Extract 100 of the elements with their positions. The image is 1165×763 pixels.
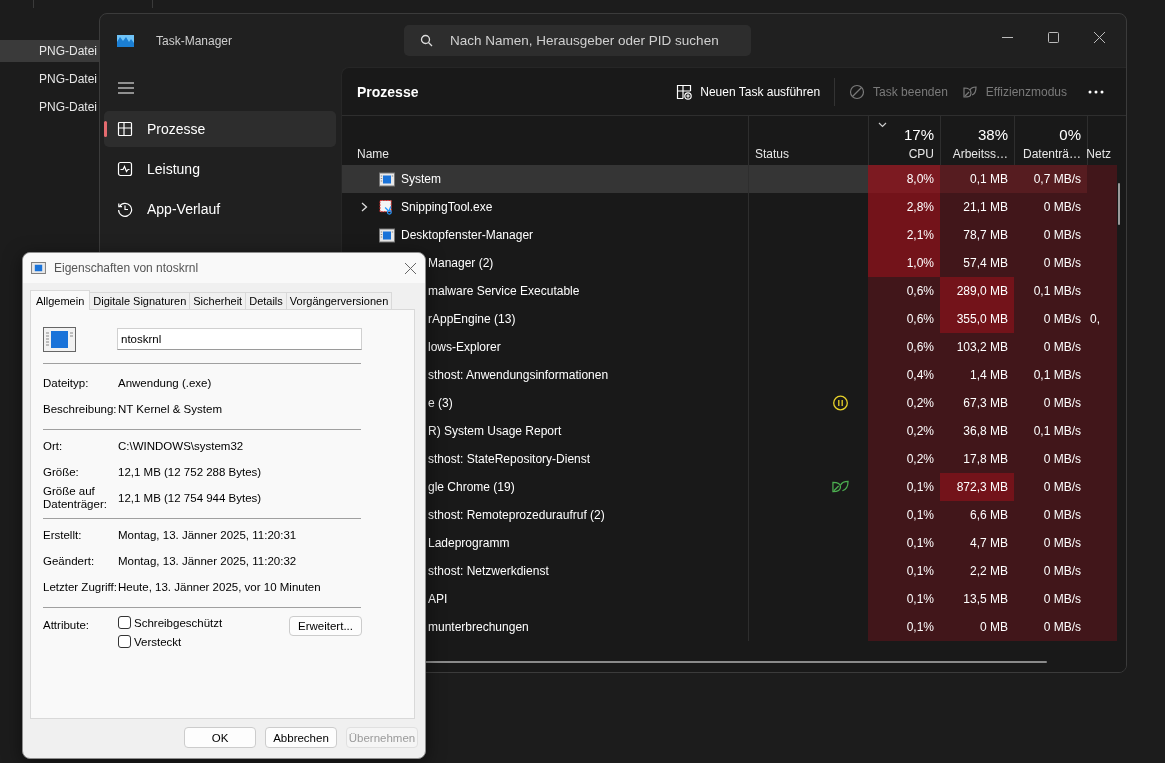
disk-cell: 0 MB/s [1014,389,1087,417]
memory-cell: 0,1 MB [940,165,1014,193]
process-name: System [401,172,441,186]
dialog-button[interactable]: OK [184,727,256,748]
tab[interactable]: Digitale Signaturen [89,292,191,309]
status-cell[interactable] [748,165,868,193]
new-task-icon [676,83,693,100]
memory-cell: 1,4 MB [940,361,1014,389]
pause-icon [832,395,849,411]
field-value: 12,1 MB (12 754 944 Bytes) [118,491,263,505]
toolbar-button[interactable]: Neuen Task ausführen [669,75,828,108]
field-label: Beschreibung: [43,402,117,416]
memory-cell: 36,8 MB [940,417,1014,445]
field-value: Montag, 13. Jänner 2025, 11:20:31 [118,528,298,542]
sidebar-item[interactable]: Leistung [104,151,336,187]
more-icon [1088,89,1104,94]
process-name: SnippingTool.exe [401,200,493,214]
scissors-icon [379,199,395,215]
process-name: Desktopfenster-Manager [401,228,534,242]
network-cell: 0, [1087,305,1117,333]
cpu-cell: 0,2% [868,417,940,445]
window-icon [31,262,46,274]
pulse-icon [117,161,133,177]
checkbox[interactable] [118,635,131,648]
process-name: Ladeprogramm [428,536,510,550]
file-row[interactable]: PNG-Datei [0,68,99,90]
disk-cell: 0 MB/s [1014,221,1087,249]
disk-cell: 0,1 MB/s [1014,361,1087,389]
file-name-field[interactable]: ntoskrnl [117,328,362,350]
field-value: NT Kernel & System [118,402,223,416]
dialog-title: Eigenschaften von ntoskrnl [54,261,199,275]
sidebar-item[interactable]: Prozesse [104,111,336,147]
advanced-button[interactable]: Erweitert... [289,616,362,636]
cpu-cell: 0,6% [868,333,940,361]
disk-cell: 0 MB/s [1014,333,1087,361]
field-label: Ort: [43,439,64,453]
memory-cell: 4,7 MB [940,529,1014,557]
disk-cell: 0 MB/s [1014,501,1087,529]
column-header[interactable]: Status [755,147,790,161]
disk-cell: 0,7 MB/s [1014,165,1087,193]
sidebar-item[interactable]: App-Verlauf [104,191,336,227]
cpu-cell: 0,2% [868,445,940,473]
memory-cell: 6,6 MB [940,501,1014,529]
process-name: gle Chrome (19) [428,480,515,494]
field-value: 12,1 MB (12 752 288 Bytes) [118,465,263,479]
field-label: Dateityp: [43,376,90,390]
process-name: Manager (2) [428,256,494,270]
dialog-button[interactable]: Abbrechen [265,727,337,748]
tab[interactable]: Vorgängerversionen [285,292,393,309]
disk-cell: 0 MB/s [1014,249,1087,277]
process-name: sthost: Netzwerkdienst [428,564,549,578]
cpu-cell: 0,6% [868,277,940,305]
disk-cell: 0 MB/s [1014,305,1087,333]
column-header[interactable]: Name [357,147,389,161]
disk-cell: 0 MB/s [1014,529,1087,557]
chevron-icon[interactable] [361,202,368,212]
memory-cell: 17,8 MB [940,445,1014,473]
page-title: Prozesse [357,83,419,100]
cpu-cell: 0,1% [868,613,940,641]
column-total: 38% [977,126,1008,143]
process-name: API [428,592,448,606]
cpu-cell: 0,4% [868,361,940,389]
field-label: Erstellt: [43,528,83,542]
column-header[interactable]: CPU [908,147,934,161]
field-value: Heute, 13. Jänner 2025, vor 10 Minuten [118,580,322,594]
cpu-cell: 0,6% [868,305,940,333]
checkbox-label: Versteckt [134,635,182,648]
window-icon [379,171,395,187]
column-header[interactable]: Datenträ… [1022,147,1081,161]
file-type: PNG-Datei [38,44,97,58]
field-label: Größe auf Datenträger: [43,485,108,511]
file-row[interactable]: PNG-Datei [0,40,99,62]
memory-cell: 355,0 MB [940,305,1014,333]
file-row[interactable]: PNG-Datei [0,96,99,118]
memory-cell: 872,3 MB [940,473,1014,501]
field-label: Letzter Zugriff: [43,580,117,594]
scrollbar[interactable] [1118,183,1120,225]
process-name: munterbrechungen [428,620,529,634]
file-type: PNG-Datei [38,72,97,86]
process-name: sthost: Remoteprozeduraufruf (2) [428,508,605,522]
column-total: 0% [1059,126,1081,143]
disk-cell: 0 MB/s [1014,557,1087,585]
disk-cell: 0 MB/s [1014,445,1087,473]
column-header[interactable]: Arbeitss… [952,147,1008,161]
tab[interactable]: Allgemein [30,290,91,310]
process-name: R) System Usage Report [428,424,562,438]
disk-cell: 0,1 MB/s [1014,417,1087,445]
close-button[interactable] [403,261,417,275]
checkbox-label: Schreibgeschützt [134,616,223,629]
column-header[interactable]: Netz [1086,147,1111,161]
leaf-icon [961,83,978,100]
checkbox[interactable] [118,616,131,629]
close-icon [404,262,416,274]
field-value: Montag, 13. Jänner 2025, 11:20:32 [118,554,298,568]
cpu-cell: 0,1% [868,557,940,585]
disk-cell: 0 MB/s [1014,613,1087,641]
search-field[interactable]: Nach Namen, Herausgeber oder PID suchen [404,25,751,56]
window-title: Task-Manager [156,33,234,48]
file-type: PNG-Datei [38,100,97,114]
cpu-cell: 1,0% [868,249,940,277]
